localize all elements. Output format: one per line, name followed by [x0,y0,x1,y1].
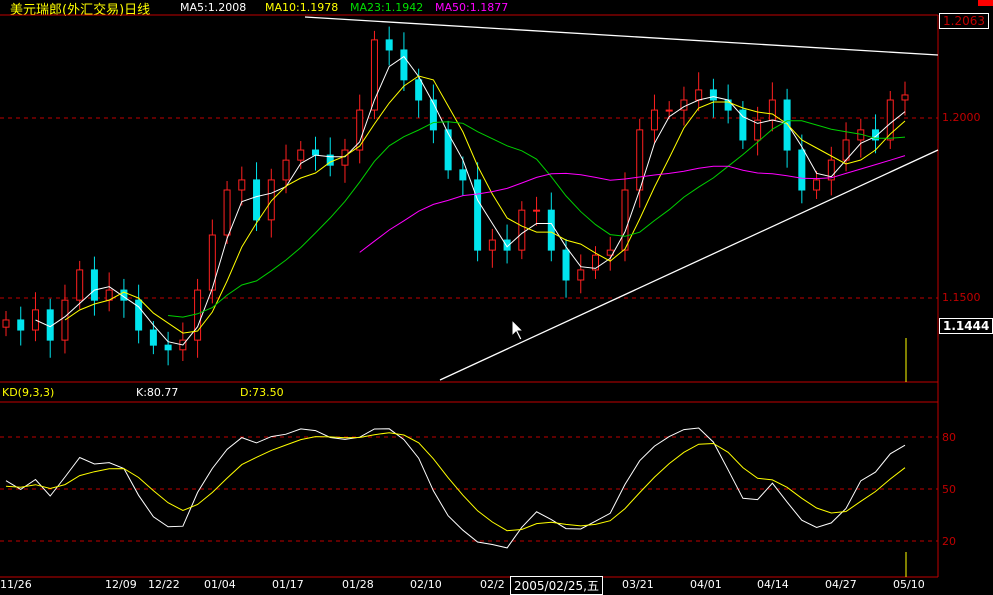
date-tick: 03/21 [622,578,654,591]
k-value: K:80.77 [136,386,179,399]
current-price-label: 1.1444 [939,318,993,334]
candle-down [253,179,261,221]
candles [2,26,909,366]
candle-down [17,319,25,331]
mouse-cursor-icon [511,318,525,341]
candle-down [311,149,319,156]
candle-up [636,129,644,191]
date-tick: 01/28 [342,578,374,591]
date-tick: 11/26 [0,578,32,591]
price-high-label: 1.2063 [939,13,989,29]
candle-down [164,344,172,351]
price-tick-1.2000: 1.2000 [942,111,981,124]
candle-down [459,169,467,181]
k-line [5,427,906,549]
candle-up [297,149,305,161]
candle-up [267,179,275,221]
candle-down [429,99,437,131]
candle-up [813,179,821,191]
ma50-line [359,155,906,253]
candle-down [562,249,570,281]
frame [0,14,939,578]
price-chart[interactable] [0,0,993,590]
candle-up [768,99,776,121]
candle-down [709,89,717,101]
date-tick: 12/09 [105,578,137,591]
ma10-line [64,75,906,334]
date-tick: 01/04 [204,578,236,591]
candle-down [547,209,555,251]
date-tick: 01/17 [272,578,304,591]
candle-up [2,319,10,328]
candle-up [238,179,246,191]
support-trendline [439,149,939,381]
date-tick: 02/10 [410,578,442,591]
kd-label: KD(9,3,3) [2,386,55,399]
candle-up [695,89,703,101]
candle-up [61,299,69,341]
candle-down [90,269,98,301]
date-tick: 12/22 [148,578,180,591]
candle-up [650,109,658,131]
candle-down [135,299,143,331]
date-tick: 04/01 [690,578,722,591]
candle-down [385,39,393,51]
date-tick: 04/27 [825,578,857,591]
d-line [5,432,906,532]
candle-up [577,269,585,281]
resistance-trendline [304,16,939,56]
candle-down [400,49,408,81]
kd-tick-50: 50 [942,483,956,496]
candle-down [798,149,806,191]
candle-up [665,109,673,112]
candle-up [621,189,629,251]
date-tick: 05/10 [893,578,925,591]
date-tick: 04/14 [757,578,789,591]
candle-down [415,79,423,101]
candle-up [533,209,541,212]
candle-up [518,209,526,251]
date-tick: 02/2 [480,578,505,591]
candle-up [223,189,231,236]
candle-up [76,269,84,301]
candle-up [341,149,349,166]
d-value: D:73.50 [240,386,284,399]
candle-up [194,289,202,341]
candle-up [488,239,496,251]
date-tooltip: 2005/02/25,五 [510,576,603,595]
candle-down [444,129,452,171]
candle-up [31,309,39,331]
candle-up [901,94,909,101]
kd-tick-80: 80 [942,431,956,444]
price-tick-1.1500: 1.1500 [942,291,981,304]
kd-tick-20: 20 [942,535,956,548]
candle-down [149,329,157,346]
candle-down [783,99,791,151]
candle-up [282,159,290,181]
candle-down [474,179,482,251]
